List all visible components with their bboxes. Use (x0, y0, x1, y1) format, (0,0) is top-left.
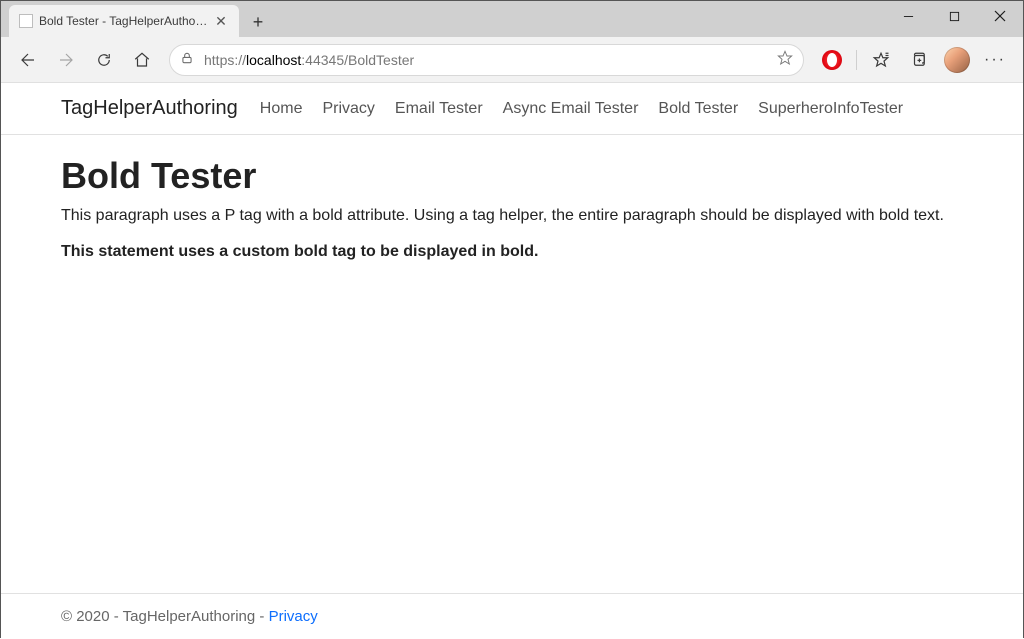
nav-link-async-email-tester[interactable]: Async Email Tester (503, 100, 639, 118)
browser-toolbar: https://localhost:44345/BoldTester ··· (1, 37, 1023, 83)
extension-opera-icon[interactable] (814, 43, 850, 77)
page-content: Bold Tester This paragraph uses a P tag … (1, 135, 1023, 593)
favicon-icon (19, 14, 33, 28)
page-viewport: TagHelperAuthoring Home Privacy Email Te… (1, 83, 1023, 639)
nav-link-privacy[interactable]: Privacy (322, 100, 374, 118)
collections-icon[interactable] (901, 43, 937, 77)
page-heading: Bold Tester (61, 155, 963, 197)
tab-title: Bold Tester - TagHelperAuthoring (39, 14, 209, 28)
separator (856, 50, 857, 70)
page-footer: © 2020 - TagHelperAuthoring - Privacy (1, 593, 1023, 639)
brand-label[interactable]: TagHelperAuthoring (61, 97, 238, 120)
new-tab-button[interactable]: + (243, 7, 273, 37)
url-scheme: https:// (204, 52, 246, 68)
address-bar[interactable]: https://localhost:44345/BoldTester (169, 44, 804, 76)
nav-link-email-tester[interactable]: Email Tester (395, 100, 483, 118)
forward-button[interactable] (49, 43, 83, 77)
nav-link-superhero-info-tester[interactable]: SuperheroInfoTester (758, 100, 903, 118)
window-controls (885, 1, 1023, 37)
site-navbar: TagHelperAuthoring Home Privacy Email Te… (1, 83, 1023, 135)
home-button[interactable] (125, 43, 159, 77)
footer-privacy-link[interactable]: Privacy (269, 608, 318, 625)
toolbar-right-icons: ··· (814, 43, 1013, 77)
close-tab-icon[interactable]: ✕ (213, 13, 229, 30)
close-window-button[interactable] (977, 1, 1023, 31)
browser-tab[interactable]: Bold Tester - TagHelperAuthoring ✕ (9, 5, 239, 37)
nav-link-home[interactable]: Home (260, 100, 303, 118)
footer-copyright: © 2020 - TagHelperAuthoring - (61, 608, 269, 625)
url-host: localhost (246, 52, 301, 68)
minimize-button[interactable] (885, 1, 931, 31)
nav-link-bold-tester[interactable]: Bold Tester (658, 100, 738, 118)
url-rest: :44345/BoldTester (301, 52, 414, 68)
profile-avatar[interactable] (939, 43, 975, 77)
lock-icon (180, 51, 194, 68)
favorites-menu-icon[interactable] (863, 43, 899, 77)
back-button[interactable] (11, 43, 45, 77)
favorite-icon[interactable] (777, 50, 793, 69)
refresh-button[interactable] (87, 43, 121, 77)
custom-bold-statement: This statement uses a custom bold tag to… (61, 243, 963, 261)
url-text: https://localhost:44345/BoldTester (204, 52, 769, 68)
paragraph-bold-attr: This paragraph uses a P tag with a bold … (61, 207, 963, 225)
more-menu-button[interactable]: ··· (977, 43, 1013, 77)
browser-titlebar: Bold Tester - TagHelperAuthoring ✕ + (1, 1, 1023, 37)
maximize-button[interactable] (931, 1, 977, 31)
